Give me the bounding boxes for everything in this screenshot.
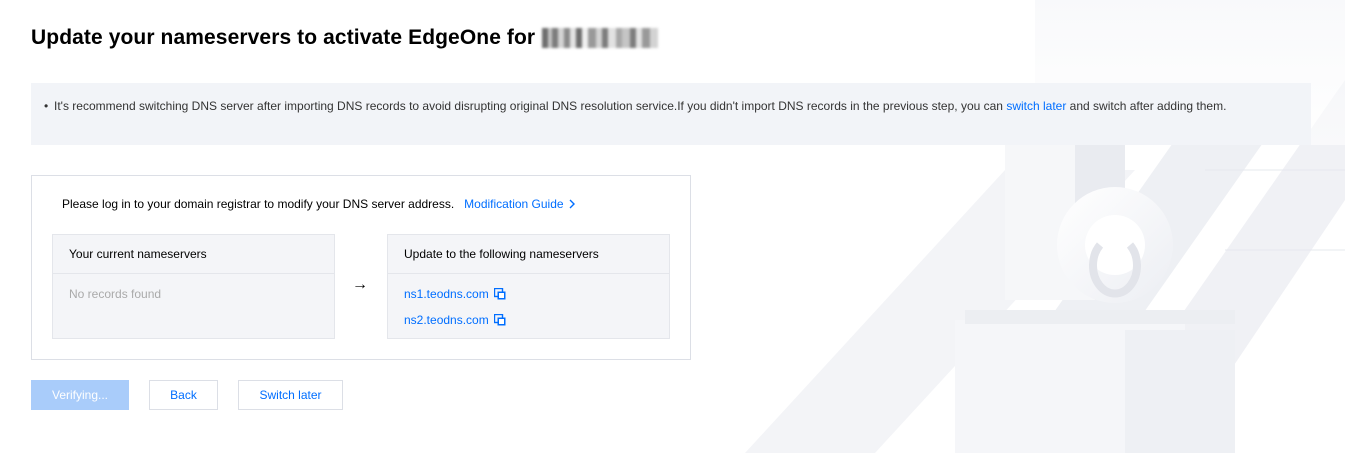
switch-later-link[interactable]: switch later — [1006, 99, 1066, 113]
current-nameservers-header: Your current nameservers — [53, 235, 334, 274]
bullet-dot: • — [44, 99, 49, 113]
page-title-text: Update your nameservers to activate Edge… — [31, 26, 536, 49]
current-nameservers-box: Your current nameservers No records foun… — [52, 234, 335, 339]
notice-banner: • It's recommend switching DNS server af… — [31, 83, 1311, 145]
nameserver-panel: Please log in to your domain registrar t… — [31, 175, 691, 360]
target-nameservers-box: Update to the following nameservers ns1.… — [387, 234, 670, 339]
redacted-domain — [542, 28, 659, 48]
nameserver-row: ns1.teodns.com — [404, 281, 669, 307]
nameserver-value[interactable]: ns2.teodns.com — [404, 313, 489, 327]
arrow-right-icon: → — [352, 276, 368, 293]
panel-instruction: Please log in to your domain registrar t… — [62, 197, 575, 211]
chevron-right-icon — [569, 199, 575, 209]
page-title: Update your nameservers to activate Edge… — [31, 26, 659, 50]
notice-text-after: and switch after adding them. — [1066, 99, 1227, 113]
copy-icon[interactable] — [493, 314, 506, 326]
instruction-text: Please log in to your domain registrar t… — [62, 197, 455, 211]
copy-icon[interactable] — [493, 288, 506, 300]
background-illustration — [745, 0, 1345, 453]
nameserver-value[interactable]: ns1.teodns.com — [404, 287, 489, 301]
nameserver-row: ns2.teodns.com — [404, 307, 669, 333]
switch-later-button[interactable]: Switch later — [238, 380, 343, 410]
verifying-button[interactable]: Verifying... — [31, 380, 129, 410]
modification-guide-label: Modification Guide — [464, 197, 564, 211]
target-nameservers-header: Update to the following nameservers — [388, 235, 669, 274]
modification-guide-link[interactable]: Modification Guide — [464, 197, 575, 211]
no-records-text: No records found — [69, 287, 162, 301]
notice-text: It's recommend switching DNS server afte… — [54, 99, 1007, 113]
back-button[interactable]: Back — [149, 380, 218, 410]
